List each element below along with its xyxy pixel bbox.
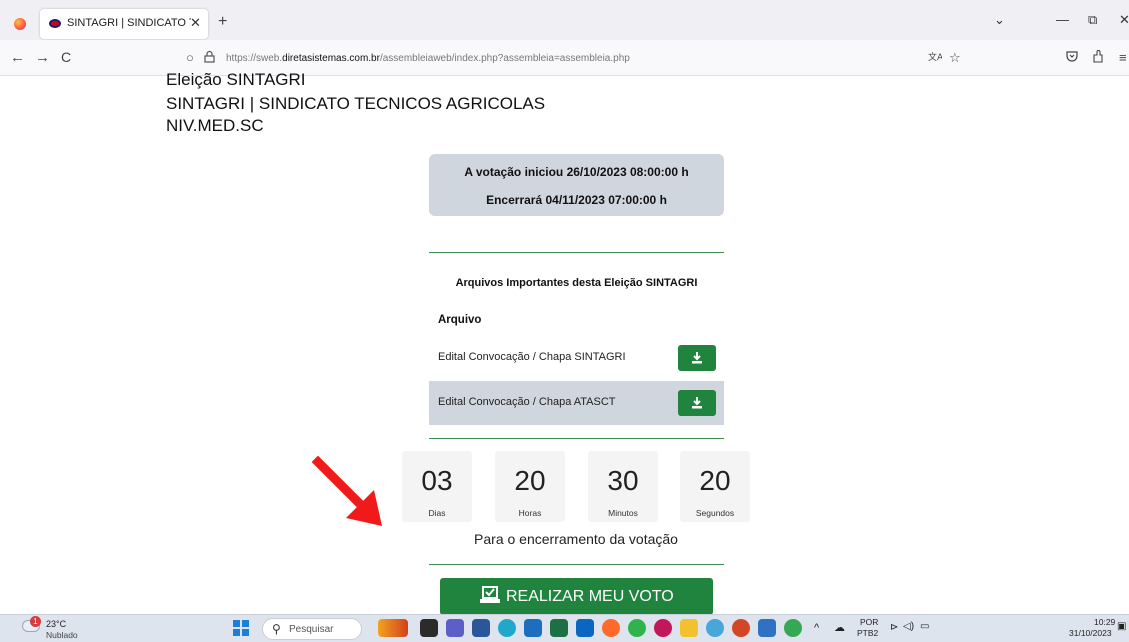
minimize-button[interactable]: — xyxy=(1056,12,1069,27)
url-text[interactable]: https://sweb.diretasistemas.com.br/assem… xyxy=(226,53,630,64)
weather-alert-badge: 1 xyxy=(30,616,41,627)
cast-vote-button[interactable]: REALIZAR MEU VOTO xyxy=(440,578,713,615)
store-icon[interactable] xyxy=(524,619,542,637)
countdown-value: 03 xyxy=(421,465,453,496)
restore-button[interactable]: ⧉ xyxy=(1088,12,1097,28)
network-icon[interactable]: ☁ xyxy=(834,621,845,634)
tab-close-icon[interactable]: ✕ xyxy=(190,15,201,31)
wifi-icon[interactable]: ⊳ xyxy=(890,622,898,633)
extensions-icon[interactable] xyxy=(1092,50,1104,66)
new-tab-button[interactable]: + xyxy=(218,13,227,31)
countdown-label: Horas xyxy=(518,508,542,518)
word-icon[interactable] xyxy=(472,619,490,637)
chrome-icon[interactable] xyxy=(784,619,802,637)
forward-button[interactable]: → xyxy=(35,49,50,66)
notification-icon[interactable]: ▣ xyxy=(1117,621,1126,632)
countdown-label: Dias xyxy=(428,508,446,518)
app-icon[interactable] xyxy=(706,619,724,637)
countdown-minutes: 30 Minutos xyxy=(588,451,658,522)
windows-start-icon[interactable] xyxy=(233,620,249,636)
file-name: Edital Convocação / Chapa SINTAGRI xyxy=(438,351,626,363)
weather-temperature[interactable]: 23°C xyxy=(46,619,66,629)
countdown-hours: 20 Horas xyxy=(495,451,565,522)
back-button[interactable]: ← xyxy=(10,49,25,66)
download-button[interactable] xyxy=(678,390,716,416)
divider xyxy=(429,564,724,565)
taskbar-search[interactable]: ⚲ Pesquisar xyxy=(262,618,362,640)
edge-icon[interactable] xyxy=(498,619,516,637)
download-button[interactable] xyxy=(678,345,716,371)
download-icon xyxy=(692,352,702,364)
browser-tab-bar: SINTAGRI | SINDICATO TECNIC ✕ + ⌄ — ⧉ ✕ xyxy=(0,0,1129,40)
language-top[interactable]: POR xyxy=(860,617,878,627)
union-name: SINTAGRI | SINDICATO TECNICOS AGRICOLAS xyxy=(166,94,546,113)
ballot-check-icon xyxy=(480,586,500,603)
teams-icon[interactable] xyxy=(446,619,464,637)
reload-button[interactable]: C xyxy=(61,49,71,65)
file-explorer-icon[interactable] xyxy=(680,619,698,637)
voting-period-panel: A votação iniciou 26/10/2023 08:00:00 h … xyxy=(429,154,724,216)
countdown-value: 20 xyxy=(514,465,546,496)
svg-text:文A: 文A xyxy=(928,51,942,63)
firefox-icon[interactable] xyxy=(14,18,26,30)
voting-start-text: A votação iniciou 26/10/2023 08:00:00 h xyxy=(464,165,689,179)
countdown-label: Segundos xyxy=(695,508,735,518)
app-icon[interactable] xyxy=(654,619,672,637)
union-subtitle: NIV.MED.SC xyxy=(166,116,264,135)
photos-icon[interactable] xyxy=(758,619,776,637)
pocket-icon[interactable] xyxy=(1066,50,1078,65)
file-row: Edital Convocação / Chapa ATASCT xyxy=(429,381,724,425)
lock-icon[interactable] xyxy=(204,50,215,66)
whatsapp-icon[interactable] xyxy=(628,619,646,637)
countdown-seconds: 20 Segundos xyxy=(680,451,750,522)
translate-icon[interactable]: 文A xyxy=(928,50,944,66)
countdown-caption: Para o encerramento da votação xyxy=(474,531,678,547)
url-bar[interactable]: ○ https://sweb.diretasistemas.com.br/ass… xyxy=(172,47,972,71)
file-name: Edital Convocação / Chapa ATASCT xyxy=(438,396,616,408)
task-view-icon[interactable] xyxy=(420,619,438,637)
site-favicon-icon xyxy=(49,19,61,28)
bookmark-star-icon[interactable]: ☆ xyxy=(949,50,961,66)
search-icon: ⚲ xyxy=(272,622,281,636)
tab-list-icon[interactable]: ⌄ xyxy=(994,12,1005,28)
files-section-title: Arquivos Importantes desta Eleição SINTA… xyxy=(455,277,698,289)
election-title: Eleição SINTAGRI xyxy=(166,70,306,89)
tab-title: SINTAGRI | SINDICATO TECNIC xyxy=(67,17,191,29)
clock-time[interactable]: 10:29 xyxy=(1094,617,1115,627)
powerpoint-icon[interactable] xyxy=(732,619,750,637)
firefox-taskbar-icon[interactable] xyxy=(602,619,620,637)
files-column-header: Arquivo xyxy=(438,314,482,326)
download-icon xyxy=(692,397,702,409)
weather-condition[interactable]: Nublado xyxy=(46,630,78,640)
clock-date[interactable]: 31/10/2023 xyxy=(1069,628,1112,638)
countdown-value: 30 xyxy=(607,465,639,496)
close-window-button[interactable]: ✕ xyxy=(1119,12,1129,28)
widgets-icon[interactable] xyxy=(378,619,408,637)
divider xyxy=(429,438,724,439)
cast-vote-label: REALIZAR MEU VOTO xyxy=(506,588,674,605)
shield-icon[interactable]: ○ xyxy=(186,50,194,65)
countdown-label: Minutos xyxy=(608,508,638,518)
countdown-value: 20 xyxy=(699,465,731,496)
file-row: Edital Convocação / Chapa SINTAGRI xyxy=(429,336,724,380)
tray-chevron-icon[interactable]: ^ xyxy=(814,622,819,634)
volume-icon[interactable]: ◁) xyxy=(903,621,914,632)
language-bottom[interactable]: PTB2 xyxy=(857,628,878,638)
countdown-days: 03 Dias xyxy=(402,451,472,522)
menu-icon[interactable]: ≡ xyxy=(1119,50,1127,65)
divider xyxy=(429,252,724,253)
voting-end-text: Encerrará 04/11/2023 07:00:00 h xyxy=(486,193,667,207)
search-placeholder: Pesquisar xyxy=(289,624,334,635)
excel-icon[interactable] xyxy=(550,619,568,637)
browser-tab[interactable]: SINTAGRI | SINDICATO TECNIC ✕ xyxy=(40,9,208,39)
outlook-icon[interactable] xyxy=(576,619,594,637)
battery-icon[interactable]: ▭ xyxy=(920,621,929,632)
annotation-arrow-icon xyxy=(312,456,382,526)
